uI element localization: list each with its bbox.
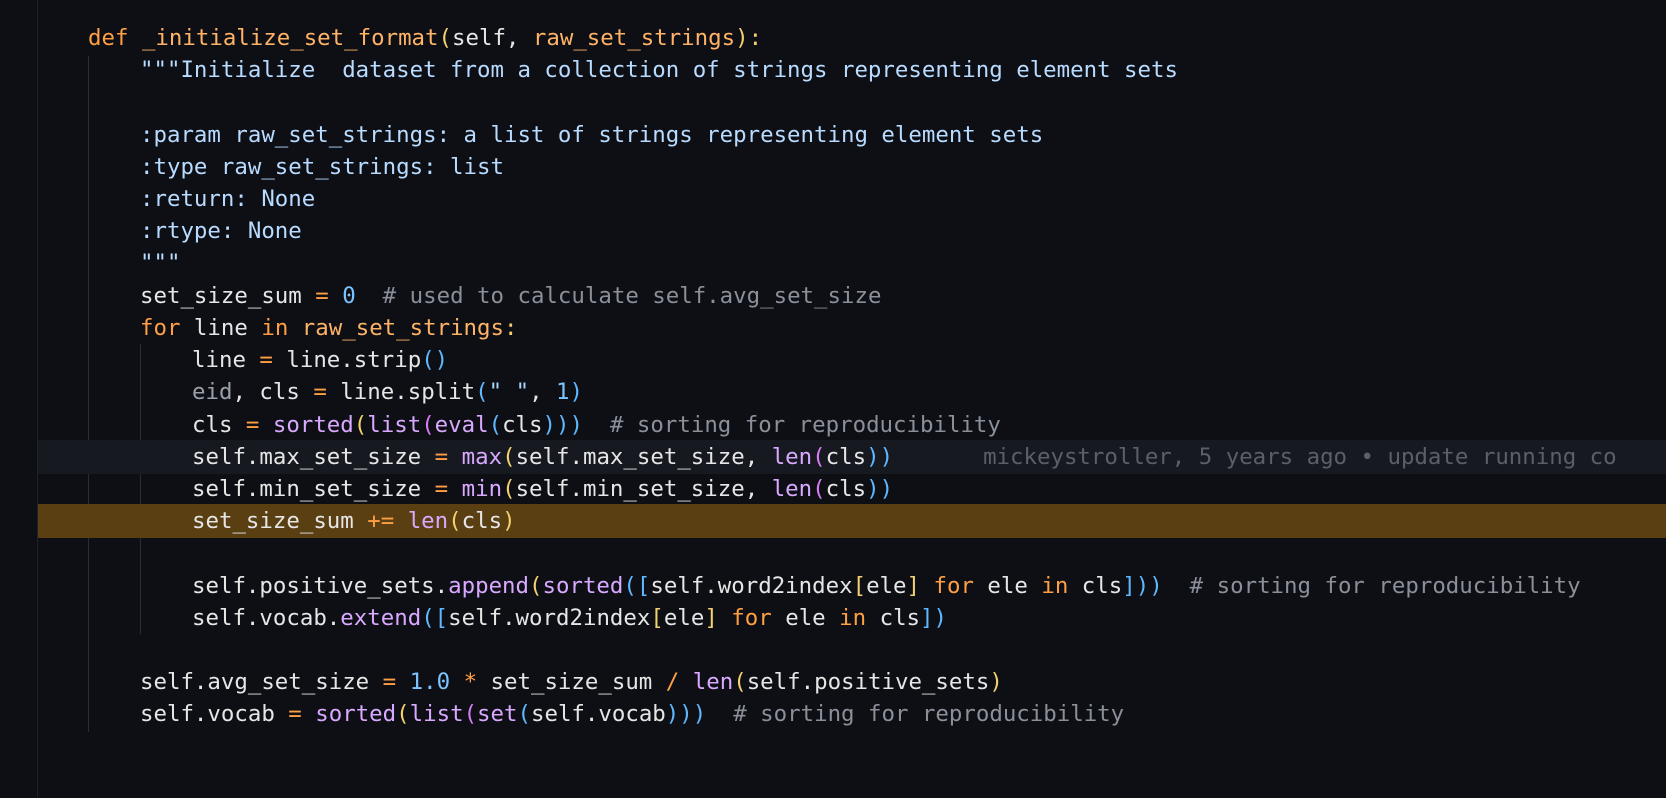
code-text: set_size_sum += len(cls) bbox=[192, 508, 516, 534]
docstring-text: :type raw_set_strings: list bbox=[140, 154, 504, 180]
code-line[interactable]: line = line.strip() bbox=[38, 343, 1666, 377]
code-line[interactable]: eid, cls = line.split(" ", 1) bbox=[38, 375, 1666, 409]
git-blame-annotation[interactable]: mickeystroller, 5 years ago • update run… bbox=[983, 444, 1617, 470]
docstring-text: """ bbox=[140, 250, 181, 276]
code-line[interactable] bbox=[38, 536, 1666, 570]
code-line[interactable]: cls = sorted(list(eval(cls))) # sorting … bbox=[38, 408, 1666, 442]
code-text: line = line.strip() bbox=[192, 347, 449, 373]
code-line[interactable]: :rtype: None bbox=[38, 214, 1666, 248]
docstring-text: :rtype: None bbox=[140, 218, 302, 244]
code-line-highlighted[interactable]: set_size_sum += len(cls) bbox=[38, 504, 1666, 538]
code-text: self.max_set_size = max(self.max_set_siz… bbox=[192, 444, 1617, 470]
code-editor[interactable]: def _initialize_set_format(self, raw_set… bbox=[0, 0, 1666, 798]
code-line[interactable]: :param raw_set_strings: a list of string… bbox=[38, 118, 1666, 152]
code-line[interactable]: for line in raw_set_strings: bbox=[38, 311, 1666, 345]
code-text: self.avg_set_size = 1.0 * set_size_sum /… bbox=[140, 669, 1003, 695]
code-line[interactable]: self.avg_set_size = 1.0 * set_size_sum /… bbox=[38, 665, 1666, 699]
code-line[interactable]: def _initialize_set_format(self, raw_set… bbox=[38, 21, 1666, 55]
code-text: def _initialize_set_format(self, raw_set… bbox=[88, 25, 763, 51]
code-text: self.positive_sets.append(sorted([self.w… bbox=[192, 573, 1581, 599]
code-line[interactable]: """ bbox=[38, 246, 1666, 280]
code-line[interactable]: self.vocab = sorted(list(set(self.vocab)… bbox=[38, 697, 1666, 731]
code-line[interactable] bbox=[38, 633, 1666, 667]
docstring-text: :param raw_set_strings: a list of string… bbox=[140, 122, 1044, 148]
code-line[interactable]: self.min_set_size = min(self.min_set_siz… bbox=[38, 472, 1666, 506]
docstring-text: """Initialize dataset from a collection … bbox=[140, 57, 1178, 83]
code-text: self.vocab.extend([self.word2index[ele] … bbox=[192, 605, 947, 631]
code-text: eid, cls = line.split(" ", 1) bbox=[192, 379, 583, 405]
code-text: set_size_sum = 0 # used to calculate sel… bbox=[140, 283, 882, 309]
code-line[interactable]: self.vocab.extend([self.word2index[ele] … bbox=[38, 601, 1666, 635]
code-line[interactable]: :return: None bbox=[38, 182, 1666, 216]
code-line[interactable]: """Initialize dataset from a collection … bbox=[38, 53, 1666, 87]
code-line[interactable] bbox=[38, 85, 1666, 119]
code-line[interactable]: :type raw_set_strings: list bbox=[38, 150, 1666, 184]
code-line[interactable]: self.positive_sets.append(sorted([self.w… bbox=[38, 569, 1666, 603]
docstring-text: :return: None bbox=[140, 186, 316, 212]
code-line[interactable]: set_size_sum = 0 # used to calculate sel… bbox=[38, 279, 1666, 313]
code-text: self.min_set_size = min(self.min_set_siz… bbox=[192, 476, 894, 502]
code-text: self.vocab = sorted(list(set(self.vocab)… bbox=[140, 701, 1125, 727]
code-text: for line in raw_set_strings: bbox=[140, 315, 518, 341]
code-line-current[interactable]: self.max_set_size = max(self.max_set_siz… bbox=[38, 440, 1666, 474]
code-text: cls = sorted(list(eval(cls))) # sorting … bbox=[192, 412, 1001, 438]
